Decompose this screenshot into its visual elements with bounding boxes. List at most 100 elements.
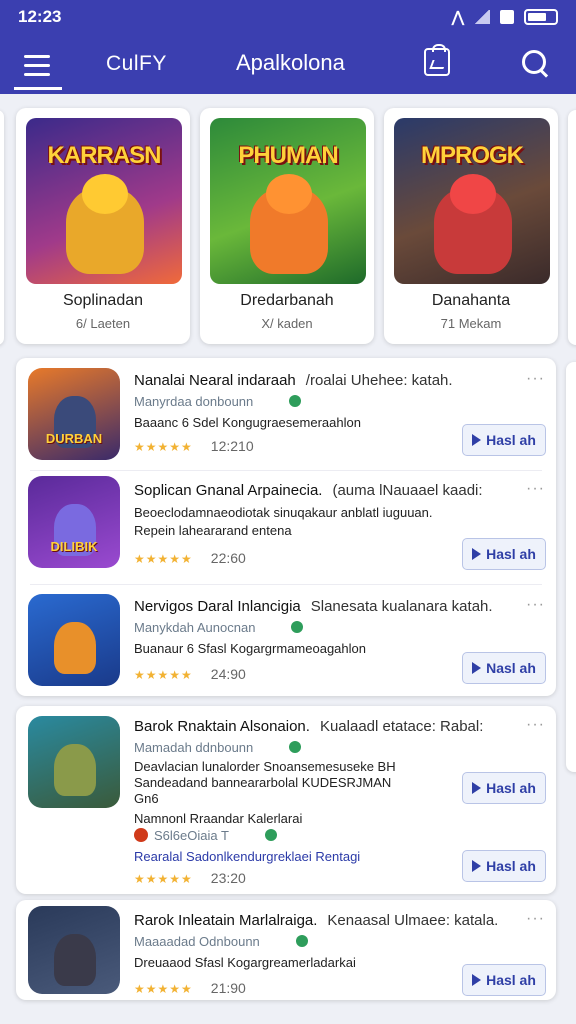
install-button[interactable]: Hasl ah xyxy=(462,772,546,804)
app-bar: CulFY Apalkolona xyxy=(0,34,576,94)
badge-icon xyxy=(134,828,148,842)
carousel-prev-card[interactable] xyxy=(0,110,4,345)
list-item[interactable]: DILIBIK Soplican Gnanal Arpainecia. (auma… xyxy=(16,470,556,582)
verified-icon xyxy=(289,395,302,407)
star-rating-icon: ★★★★★ xyxy=(134,982,193,996)
rating: ★★★★★ 23:20 xyxy=(134,870,246,886)
install-label: Hasl ah xyxy=(486,972,536,988)
app-thumbnail xyxy=(28,594,120,686)
more-options-icon[interactable]: ··· xyxy=(526,716,545,734)
featured-card[interactable]: KARRASN Soplinadan 6/ Laeten xyxy=(16,108,190,344)
menu-icon-line xyxy=(24,64,50,67)
developer-name: Manykdah Aunocnan xyxy=(134,620,256,635)
rating: ★★★★★ 21:90 xyxy=(134,980,246,996)
status-time: 12:23 xyxy=(18,7,62,26)
play-icon xyxy=(472,782,482,794)
wifi-icon: ⋀ xyxy=(451,9,464,26)
hamburger-menu-button[interactable] xyxy=(14,44,62,90)
app-list-card: DURBAN Nanalai Nearal indaraah/roalai Uh… xyxy=(16,358,556,696)
app-thumbnail: DURBAN xyxy=(28,368,120,460)
featured-banner-text: KARRASN xyxy=(47,142,162,169)
install-label: Hasl ah xyxy=(486,858,536,874)
app-tagline: Kualaadl etatace: Rabal: xyxy=(319,718,484,735)
hero-figure xyxy=(434,188,512,274)
play-icon xyxy=(472,548,482,560)
star-rating-icon: ★★★★★ xyxy=(134,872,193,886)
app-title[interactable]: Nervigos Daral Inlancigia Slanesata kuala… xyxy=(134,598,493,615)
hero-figure xyxy=(250,188,328,274)
verified-icon xyxy=(291,621,304,633)
more-options-icon[interactable]: ··· xyxy=(526,370,545,388)
play-icon xyxy=(472,974,482,986)
status-icons: ⋀ xyxy=(452,8,558,26)
featured-banner-text: PHUMAN xyxy=(238,142,338,169)
app-description: Buanaur 6 Sfasl Kogargrmameoagahlon xyxy=(134,641,366,656)
featured-name: Soplinadan xyxy=(62,292,144,309)
app-list-card[interactable]: Rarok Inleatain Marlalraiga. Kenaasal Ulm… xyxy=(16,900,556,1000)
menu-icon-line xyxy=(24,55,50,58)
signal-icon xyxy=(474,10,490,24)
verified-icon xyxy=(295,935,308,947)
app-extra-sub: S6l6eOiaia T xyxy=(134,828,277,843)
verified-icon xyxy=(289,741,302,753)
app-description: Beoeclodamnaeodiotak sinuqakaur anblatl … xyxy=(134,505,433,520)
install-label: Hasl ah xyxy=(486,780,536,796)
install-button[interactable]: Nasl ah xyxy=(462,652,546,684)
featured-art: MPROGK xyxy=(394,118,550,284)
shopping-bag-icon[interactable] xyxy=(424,44,450,76)
thumbnail-figure xyxy=(54,934,96,986)
featured-name: Dredarbanah xyxy=(240,292,334,309)
app-description: Gn6 xyxy=(134,791,159,806)
app-name: Nanalai Nearal indaraah xyxy=(134,372,296,389)
rating-value: 22:60 xyxy=(210,550,246,566)
app-tagline: Kenaasal Ulmaee: katala. xyxy=(327,912,499,929)
star-rating-icon: ★★★★★ xyxy=(134,440,193,454)
sim-icon xyxy=(500,10,514,24)
star-rating-icon: ★★★★★ xyxy=(134,552,193,566)
install-button[interactable]: Hasl ah xyxy=(462,424,546,456)
app-description: Sandeadand banneararbolal KUDESRJMAN xyxy=(134,775,392,790)
app-tagline: (auma lNauaael kaadi: xyxy=(332,482,483,499)
install-button[interactable]: Hasl ah xyxy=(462,964,546,996)
featured-card[interactable]: MPROGK Danahanta 71 Mekam xyxy=(384,108,558,344)
app-title[interactable]: Soplican Gnanal Arpainecia. (auma lNauaae… xyxy=(134,482,483,499)
more-options-icon[interactable]: ··· xyxy=(526,480,545,498)
list-item[interactable]: DURBAN Nanalai Nearal indaraah/roalai Uh… xyxy=(16,358,556,470)
featured-count: 6/ Laeten xyxy=(75,316,131,331)
star-rating-icon: ★★★★★ xyxy=(134,668,193,682)
play-icon xyxy=(472,860,482,872)
featured-art: PHUMAN xyxy=(210,118,366,284)
carousel-next-card[interactable] xyxy=(568,110,576,345)
thumbnail-figure xyxy=(54,622,96,674)
app-title[interactable]: Rarok Inleatain Marlalraiga. Kenaasal Ulm… xyxy=(134,912,498,929)
rating: ★★★★★ 12:210 xyxy=(134,438,254,454)
featured-card[interactable]: PHUMAN Dredarbanah X/ kaden xyxy=(200,108,374,344)
search-icon[interactable] xyxy=(520,48,550,78)
app-developer: Mamadah ddnbounn xyxy=(134,740,302,755)
app-title[interactable]: Barok Rnaktain Alsonaion. Kualaadl etatac… xyxy=(134,718,483,735)
more-options-icon[interactable]: ··· xyxy=(526,910,545,928)
play-icon xyxy=(472,662,482,674)
next-section-peek xyxy=(566,362,576,772)
brand-logo[interactable]: CulFY xyxy=(106,52,167,76)
list-item[interactable]: Nervigos Daral Inlancigia Slanesata kuala… xyxy=(16,584,556,696)
featured-count: 71 Mekam xyxy=(440,316,502,331)
app-developer: Maaaadad Odnbounn xyxy=(134,934,308,949)
menu-icon-line xyxy=(24,73,50,76)
more-options-icon[interactable]: ··· xyxy=(526,596,545,614)
app-title[interactable]: Nanalai Nearal indaraah/roalai Uhehee: k… xyxy=(134,372,453,389)
install-label: Hasl ah xyxy=(486,432,536,448)
rating-value: 21:90 xyxy=(210,980,246,996)
app-link-text[interactable]: Rearalal Sadonlkendurgreklaei Rentagi xyxy=(134,848,360,865)
install-button[interactable]: Hasl ah xyxy=(462,538,546,570)
hero-figure xyxy=(66,188,144,274)
app-thumbnail xyxy=(28,906,120,994)
install-label: Nasl ah xyxy=(486,660,536,676)
rating: ★★★★★ 22:60 xyxy=(134,550,246,566)
app-list-card[interactable]: Barok Rnaktain Alsonaion. Kualaadl etatac… xyxy=(16,706,556,894)
featured-art: KARRASN xyxy=(26,118,182,284)
app-description: Baaanc 6 Sdel Kongugraesemeraahlon xyxy=(134,415,361,430)
app-name: Soplican Gnanal Arpainecia. xyxy=(134,482,323,499)
status-bar: 12:23 ⋀ xyxy=(0,0,576,34)
install-button[interactable]: Hasl ah xyxy=(462,850,546,882)
